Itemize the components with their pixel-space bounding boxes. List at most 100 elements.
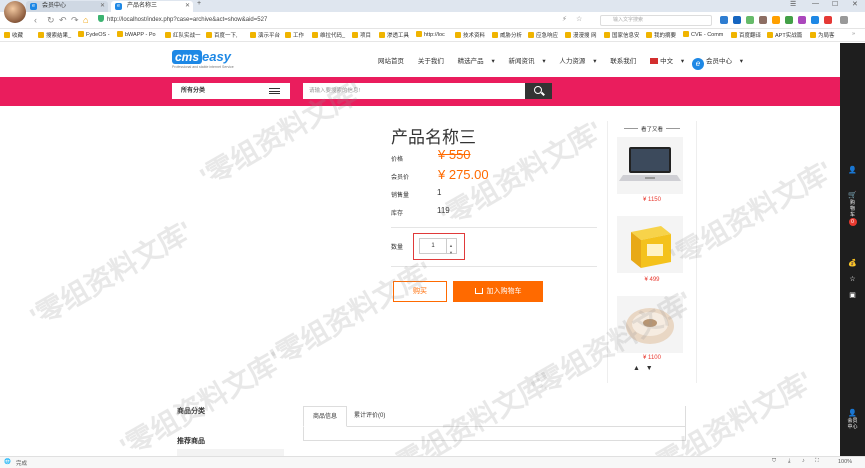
extension-icon[interactable] bbox=[824, 16, 832, 24]
bookmark-item[interactable]: CVE - Comm bbox=[683, 31, 723, 38]
bookmark-item[interactable]: 渗透工具 bbox=[379, 31, 409, 39]
zoom-level[interactable]: 100% bbox=[838, 459, 852, 465]
quantity-stepper[interactable]: 1 bbox=[419, 238, 457, 260]
menu-icon[interactable] bbox=[840, 16, 848, 24]
robot-vacuum-image bbox=[626, 308, 674, 344]
tab-product-info[interactable]: 商品信息 bbox=[303, 406, 347, 427]
nav-about[interactable]: 关于我们 bbox=[418, 58, 450, 65]
browser-search-input[interactable]: 输入文字搜索 bbox=[600, 15, 712, 26]
speaker-icon[interactable]: ♪ bbox=[802, 458, 805, 464]
nav-home[interactable]: 网站首页 bbox=[378, 58, 410, 65]
bookmark-item[interactable]: 国家信息安 bbox=[604, 31, 640, 39]
bookmark-item[interactable]: 威胁分析 bbox=[492, 31, 522, 39]
download-icon[interactable]: ⤓ bbox=[788, 458, 790, 465]
bookmark-item[interactable]: http://loc bbox=[416, 31, 445, 38]
window-close-icon[interactable]: ✕ bbox=[852, 0, 858, 8]
bookmarks-bar: 收藏 搜索结果_ FydeOS - bWAPP - Po 红队实战一 百度一下,… bbox=[0, 29, 865, 42]
site-search-input[interactable]: 请输入要搜索的信息! bbox=[303, 83, 525, 99]
bookmark-item[interactable]: APT实战篇 bbox=[767, 31, 802, 39]
toolbar-user[interactable]: 👤 bbox=[840, 167, 865, 175]
search-button[interactable] bbox=[525, 83, 552, 99]
back-icon[interactable]: ‹ bbox=[34, 15, 37, 25]
extension-icon[interactable] bbox=[746, 16, 754, 24]
extension-icon[interactable] bbox=[772, 16, 780, 24]
bookmark-item[interactable]: 应急响应 bbox=[528, 31, 558, 39]
extension-icon[interactable] bbox=[785, 16, 793, 24]
nav-products[interactable]: 精选产品 ▾ bbox=[458, 58, 501, 65]
quantity-highlight: 1 bbox=[413, 233, 465, 260]
toolbar-wallet[interactable]: 💰 bbox=[840, 260, 865, 268]
sidebar-price: ¥ 1100 bbox=[643, 355, 661, 361]
bookmark-item[interactable]: 维拉代码_ bbox=[312, 31, 345, 39]
bookmark-item[interactable]: 漫漫搜 网 bbox=[565, 31, 597, 39]
stepper-arrows-icon[interactable] bbox=[446, 239, 456, 260]
lightning-icon[interactable]: ⚡ bbox=[562, 15, 567, 23]
skin-icon[interactable]: ☰ bbox=[790, 0, 796, 8]
cart-icon: 🛒 bbox=[848, 192, 857, 199]
bookmark-item[interactable]: 技术资料 bbox=[455, 31, 485, 39]
original-price: ¥ 550 bbox=[438, 147, 471, 162]
product-thumbnail-laptop[interactable] bbox=[617, 137, 683, 194]
sidebar-price: ¥ 1150 bbox=[643, 197, 661, 203]
language-selector[interactable]: 中文 ▾ bbox=[650, 58, 684, 65]
bookmark-item[interactable]: 为局客 bbox=[810, 31, 835, 39]
bookmark-item[interactable]: 搜索结果_ bbox=[38, 31, 71, 39]
browser-tab-product[interactable]: e 产品名称三 ✕ bbox=[111, 1, 193, 12]
new-tab-icon[interactable]: + bbox=[197, 0, 201, 7]
redo-icon[interactable]: ↷ bbox=[71, 15, 79, 26]
bookmark-star-icon[interactable]: ☆ bbox=[576, 15, 582, 23]
sidebar-price: ¥ 499 bbox=[644, 277, 660, 283]
bookmark-item[interactable]: 百度翻译 bbox=[731, 31, 761, 39]
close-icon[interactable]: ✕ bbox=[100, 1, 105, 12]
bookmark-item[interactable]: 百度一下, bbox=[206, 31, 238, 39]
extension-icon[interactable] bbox=[759, 16, 767, 24]
buy-button[interactable]: 购买 bbox=[393, 281, 447, 302]
site-favicon-icon: e bbox=[115, 3, 122, 10]
toolbar-member[interactable]: 👤 会员中心 bbox=[840, 410, 865, 430]
laptop-image bbox=[619, 147, 681, 181]
member-center-link[interactable]: e 会员中心 ▾ bbox=[692, 58, 743, 70]
bookmark-item[interactable]: 红队实战一 bbox=[165, 31, 201, 39]
url-field[interactable]: http://localhost/index.php?case=archive&… bbox=[98, 15, 588, 26]
add-to-cart-button[interactable]: 加入购物车 bbox=[453, 281, 543, 302]
chevron-down-icon: ▾ bbox=[542, 58, 546, 65]
fullscreen-icon[interactable]: ⛶ bbox=[815, 458, 819, 465]
more-bookmarks-icon[interactable]: » bbox=[852, 31, 855, 37]
tab-reviews[interactable]: 累计评价(0) bbox=[354, 406, 385, 427]
chevron-up-icon[interactable]: ▲ bbox=[633, 365, 640, 372]
nav-contact[interactable]: 联系我们 bbox=[610, 58, 642, 65]
folder-icon bbox=[528, 32, 534, 38]
shield-icon[interactable]: ⛉ bbox=[772, 458, 776, 465]
category-menu-button[interactable]: 所有分类 bbox=[172, 83, 290, 99]
nav-hr[interactable]: 人力资源 ▾ bbox=[559, 58, 602, 65]
bookmark-item[interactable]: 工作 bbox=[285, 31, 304, 39]
minimize-icon[interactable]: — bbox=[812, 0, 819, 7]
user-avatar[interactable] bbox=[4, 1, 26, 23]
bookmark-item[interactable]: 收藏 bbox=[4, 31, 23, 39]
chevron-down-icon[interactable]: ▼ bbox=[646, 365, 653, 372]
close-icon[interactable]: ✕ bbox=[185, 1, 190, 12]
site-logo[interactable]: cms easy Professional and stable internet… bbox=[172, 49, 258, 69]
extension-icon[interactable] bbox=[811, 16, 819, 24]
product-title: 产品名称三 bbox=[391, 128, 476, 147]
browser-tab-member[interactable]: e 会员中心 ✕ bbox=[26, 1, 108, 12]
extension-icon[interactable] bbox=[733, 16, 741, 24]
product-thumbnail-robot[interactable] bbox=[617, 296, 683, 353]
extension-icon[interactable] bbox=[720, 16, 728, 24]
member-icon: e bbox=[692, 58, 704, 70]
toolbar-favorites[interactable]: ☆ bbox=[840, 276, 865, 284]
extension-icon[interactable] bbox=[798, 16, 806, 24]
undo-icon[interactable]: ↶ bbox=[59, 15, 67, 26]
maximize-icon[interactable]: ☐ bbox=[832, 0, 838, 8]
bookmark-item[interactable]: 我的摘要 bbox=[646, 31, 676, 39]
toolbar-history[interactable]: ▣ bbox=[840, 292, 865, 300]
bookmark-item[interactable]: 项目 bbox=[352, 31, 371, 39]
home-icon[interactable]: ⌂ bbox=[83, 15, 88, 25]
bookmark-item[interactable]: 演示平台 bbox=[250, 31, 280, 39]
bookmark-item[interactable]: bWAPP - Po bbox=[117, 31, 156, 38]
nav-news[interactable]: 新闻资讯 ▾ bbox=[509, 58, 552, 65]
bookmark-item[interactable]: FydeOS - bbox=[78, 31, 110, 38]
refresh-icon[interactable]: ↻ bbox=[47, 15, 55, 26]
product-thumbnail-box[interactable] bbox=[617, 216, 683, 273]
toolbar-cart[interactable]: 🛒 购物车 0 bbox=[840, 192, 865, 226]
